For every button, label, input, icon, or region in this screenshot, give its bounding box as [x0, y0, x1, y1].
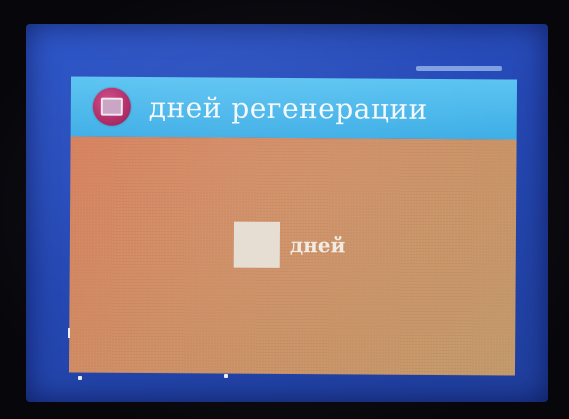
days-input-field[interactable]	[233, 221, 281, 268]
status-indicator-bar	[416, 66, 502, 71]
days-unit-label: дней	[289, 232, 346, 258]
days-value-row: дней	[233, 221, 346, 269]
dialog-title-bar: дней регенерации	[70, 76, 518, 140]
bottom-left-marker	[78, 376, 82, 380]
window-icon-glyph	[100, 97, 123, 116]
dialog-content: дней	[68, 136, 517, 376]
device-bezel: дней регенерации дней	[0, 0, 569, 419]
display-screen: дней регенерации дней	[26, 24, 548, 402]
dialog-title: дней регенерации	[148, 90, 428, 126]
regeneration-days-dialog: дней регенерации дней	[68, 76, 518, 376]
left-edge-marker	[68, 328, 70, 338]
window-icon	[92, 87, 131, 126]
bottom-center-marker	[224, 374, 228, 378]
